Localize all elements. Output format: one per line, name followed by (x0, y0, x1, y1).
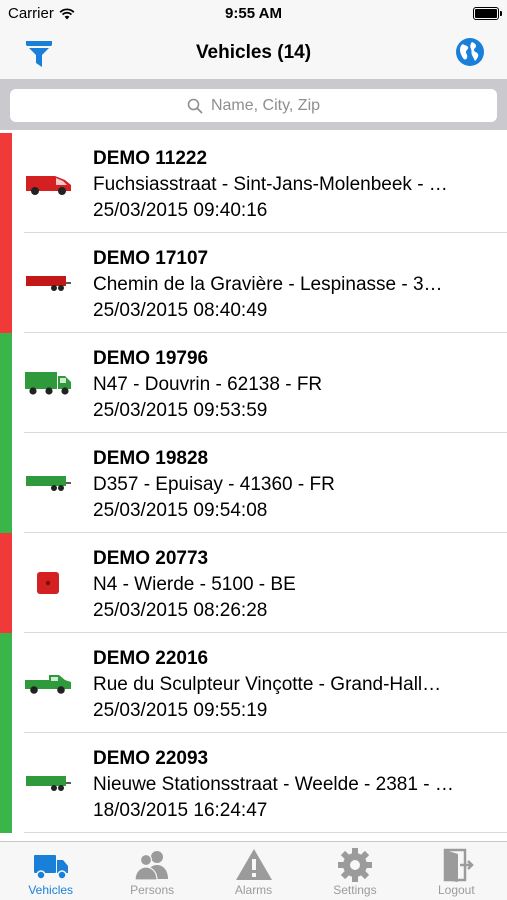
tab-label: Logout (437, 883, 475, 897)
tab-persons[interactable]: Persons (101, 842, 202, 900)
tab-alarms[interactable]: Alarms (203, 842, 304, 900)
vehicle-datetime: 25/03/2015 08:40:49 (93, 300, 268, 321)
search-area: Name, City, Zip (0, 80, 507, 130)
vehicle-datetime: 25/03/2015 08:26:28 (93, 600, 268, 621)
vehicle-name: DEMO 22016 (93, 648, 209, 669)
vehicle-row[interactable]: DEMO 17107 Chemin de la Gravière - Lespin… (0, 233, 507, 333)
status-bar: Carrier 9:55 AM (0, 0, 507, 28)
vehicle-row[interactable]: DEMO 19828 D357 - Epuisay - 41360 - FR 25/… (0, 433, 507, 533)
vehicle-row[interactable]: DEMO 11222 Fuchsiasstraat - Sint-Jans-Mol… (0, 133, 507, 233)
vehicle-row[interactable]: DEMO 20773 N4 - Wierde - 5100 - BE 25/03/2… (0, 533, 507, 633)
vehicle-name: DEMO 19796 (93, 348, 209, 369)
vehicle-datetime: 25/03/2015 09:40:16 (93, 200, 268, 221)
navigation-bar: Vehicles (14) (0, 28, 507, 80)
vehicle-row[interactable]: DEMO 22093 Nieuwe Stationsstraat - Weelde… (0, 733, 507, 833)
vehicle-name: DEMO 20773 (93, 548, 209, 569)
truck-icon (20, 363, 76, 403)
vehicle-address: Nieuwe Stationsstraat - Weelde - 2381 - … (93, 774, 454, 795)
vehicle-address: N47 - Douvrin - 62138 - FR (93, 374, 323, 395)
tab-settings[interactable]: Settings (304, 842, 405, 900)
search-icon (187, 98, 203, 113)
vehicle-datetime: 25/03/2015 09:53:59 (93, 400, 268, 421)
tab-vehicles[interactable]: Vehicles (0, 842, 101, 900)
status-indicator (0, 133, 12, 233)
vehicle-datetime: 25/03/2015 09:55:19 (93, 700, 268, 721)
tab-label: Settings (333, 883, 377, 897)
status-indicator (0, 433, 12, 533)
status-indicator (0, 533, 12, 633)
gear-icon (335, 847, 375, 883)
status-indicator (0, 733, 12, 833)
trailer-icon (20, 763, 76, 803)
tab-logout[interactable]: Logout (406, 842, 507, 900)
battery-icon (473, 7, 502, 20)
logout-icon (436, 847, 476, 883)
search-input[interactable]: Name, City, Zip (10, 89, 497, 122)
truck-icon (31, 847, 71, 883)
vehicle-address: N4 - Wierde - 5100 - BE (93, 574, 296, 595)
vehicle-row[interactable]: DEMO 19796 N47 - Douvrin - 62138 - FR 25/0… (0, 333, 507, 433)
trailer-icon (20, 263, 76, 303)
persons-icon (132, 847, 172, 883)
vehicle-datetime: 25/03/2015 09:54:08 (93, 500, 268, 521)
warning-icon (234, 847, 274, 883)
vehicle-name: DEMO 17107 (93, 248, 209, 269)
vehicle-row[interactable]: DEMO 22016 Rue du Sculpteur Vinçotte - Gr… (0, 633, 507, 733)
clock: 9:55 AM (225, 5, 282, 22)
trailer-icon (20, 463, 76, 503)
vehicle-address: Fuchsiasstraat - Sint-Jans-Molenbeek - … (93, 174, 448, 195)
tab-label: Persons (130, 883, 175, 897)
tab-label: Alarms (234, 883, 273, 897)
search-placeholder: Name, City, Zip (210, 96, 321, 114)
tab-bar: Vehicles Persons Alarms Settings Logout (0, 841, 507, 900)
row-divider (24, 832, 507, 833)
globe-icon[interactable] (455, 37, 485, 67)
status-indicator (0, 633, 12, 733)
vehicle-name: DEMO 22093 (93, 748, 209, 769)
box-icon (20, 563, 76, 603)
vehicle-address: D357 - Epuisay - 41360 - FR (93, 474, 335, 495)
vehicle-address: Rue du Sculpteur Vinçotte - Grand-Hall… (93, 674, 442, 695)
vehicle-address: Chemin de la Gravière - Lespinasse - 3… (93, 274, 443, 295)
van-icon (20, 163, 76, 203)
status-indicator (0, 333, 12, 433)
status-indicator (0, 233, 12, 333)
vehicle-name: DEMO 19828 (93, 448, 209, 469)
tab-label: Vehicles (28, 883, 74, 897)
vehicle-list: DEMO 11222 Fuchsiasstraat - Sint-Jans-Mol… (0, 133, 507, 841)
pickup-icon (20, 663, 76, 703)
vehicle-name: DEMO 11222 (93, 148, 208, 169)
page-title: Vehicles (14) (195, 42, 312, 63)
vehicle-datetime: 18/03/2015 16:24:47 (93, 800, 268, 821)
